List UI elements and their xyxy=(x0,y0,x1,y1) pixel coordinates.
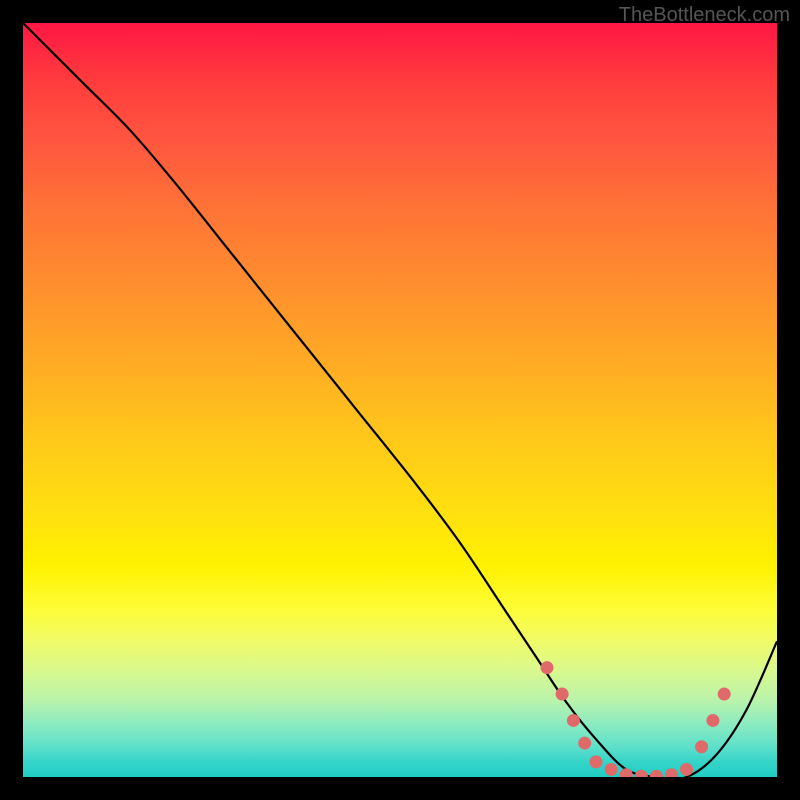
chart-marker xyxy=(695,740,708,753)
chart-plot-area xyxy=(23,23,777,777)
chart-marker xyxy=(556,688,569,701)
chart-marker xyxy=(680,763,693,776)
watermark-text: TheBottleneck.com xyxy=(619,4,790,27)
chart-marker xyxy=(567,714,580,727)
chart-svg xyxy=(23,23,777,777)
chart-marker xyxy=(605,763,618,776)
chart-markers xyxy=(541,661,731,777)
chart-marker xyxy=(706,714,719,727)
chart-marker xyxy=(635,770,648,777)
chart-marker xyxy=(650,770,663,777)
chart-marker xyxy=(578,737,591,750)
chart-marker xyxy=(620,768,633,777)
bottleneck-curve-line xyxy=(23,23,777,777)
chart-marker xyxy=(718,688,731,701)
chart-marker xyxy=(665,768,678,777)
chart-marker xyxy=(590,755,603,768)
chart-marker xyxy=(541,661,554,674)
